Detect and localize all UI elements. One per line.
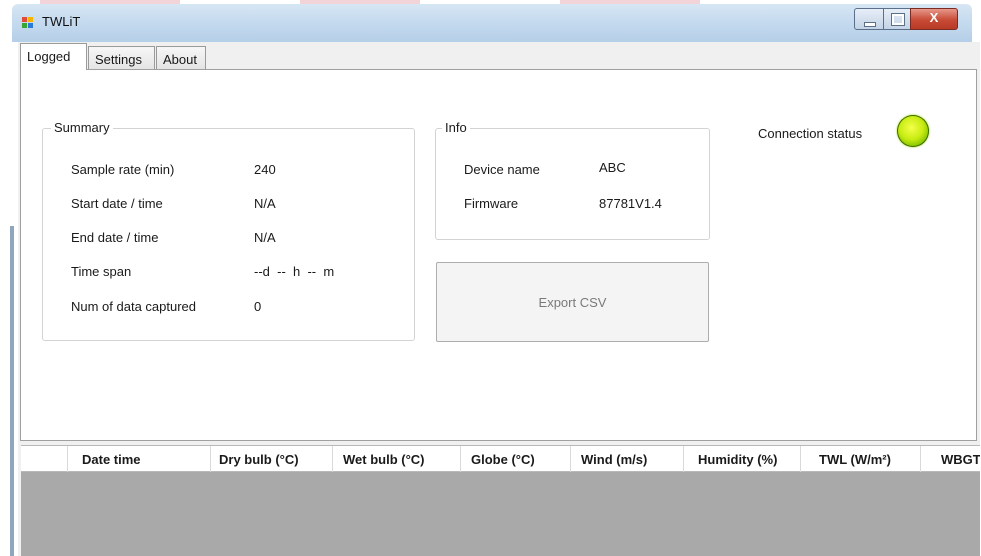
minimize-icon <box>864 22 876 27</box>
start-date-value: N/A <box>254 196 276 211</box>
end-date-value: N/A <box>254 230 276 245</box>
tab-label: Settings <box>95 52 142 67</box>
info-title: Info <box>442 120 470 135</box>
column-date-time[interactable]: Date time <box>68 446 211 472</box>
sample-rate-label: Sample rate (min) <box>71 162 175 177</box>
connection-status-label: Connection status <box>758 126 863 141</box>
device-name-value: ABC <box>599 160 626 175</box>
column-wbgt[interactable]: WBGT <box>921 446 980 472</box>
tab-page-logged: Summary Sample rate (min) 240 Start date… <box>20 69 977 441</box>
maximize-icon <box>891 13 905 26</box>
time-span-value: --d -- h -- m <box>254 264 335 279</box>
device-name-label: Device name <box>464 162 540 177</box>
tab-logged[interactable]: Logged <box>20 43 87 70</box>
tab-settings[interactable]: Settings <box>88 46 155 69</box>
client-area: Logged Settings About Summary Sample rat… <box>18 42 980 556</box>
num-data-label: Num of data captured <box>71 299 197 314</box>
data-grid-body[interactable] <box>21 472 980 556</box>
num-data-value: 0 <box>254 299 262 314</box>
tab-label: Logged <box>27 49 71 64</box>
sample-rate-value: 240 <box>254 162 276 177</box>
firmware-label: Firmware <box>464 196 519 211</box>
column-humidity[interactable]: Humidity (%) <box>684 446 801 472</box>
firmware-value: 87781V1.4 <box>599 196 662 211</box>
column-twl[interactable]: TWL (W/m²) <box>801 446 921 472</box>
tab-about[interactable]: About <box>156 46 206 69</box>
end-date-label: End date / time <box>71 230 159 245</box>
grid-row-header-cell[interactable] <box>21 446 68 472</box>
column-dry-bulb[interactable]: Dry bulb (°C) <box>211 446 333 472</box>
export-csv-label: Export CSV <box>538 294 607 310</box>
status-led-icon <box>897 115 929 147</box>
column-wind[interactable]: Wind (m/s) <box>571 446 684 472</box>
window-title: TWLiT <box>42 14 81 29</box>
maximize-button[interactable] <box>883 8 911 30</box>
data-grid-header: Date time Dry bulb (°C) Wet bulb (°C) Gl… <box>21 445 980 472</box>
info-group: Info <box>435 120 710 240</box>
summary-title: Summary <box>51 120 113 135</box>
start-date-label: Start date / time <box>71 196 163 211</box>
column-globe[interactable]: Globe (°C) <box>461 446 571 472</box>
close-icon: X <box>929 10 939 25</box>
minimize-button[interactable] <box>854 8 884 30</box>
column-wet-bulb[interactable]: Wet bulb (°C) <box>333 446 461 472</box>
tab-label: About <box>163 52 197 67</box>
export-csv-button[interactable]: Export CSV <box>436 262 709 342</box>
window-border <box>10 226 14 556</box>
close-button[interactable]: X <box>910 8 958 30</box>
title-bar[interactable]: TWLiT X <box>12 4 972 42</box>
app-icon <box>22 17 34 29</box>
time-span-label: Time span <box>71 264 132 279</box>
